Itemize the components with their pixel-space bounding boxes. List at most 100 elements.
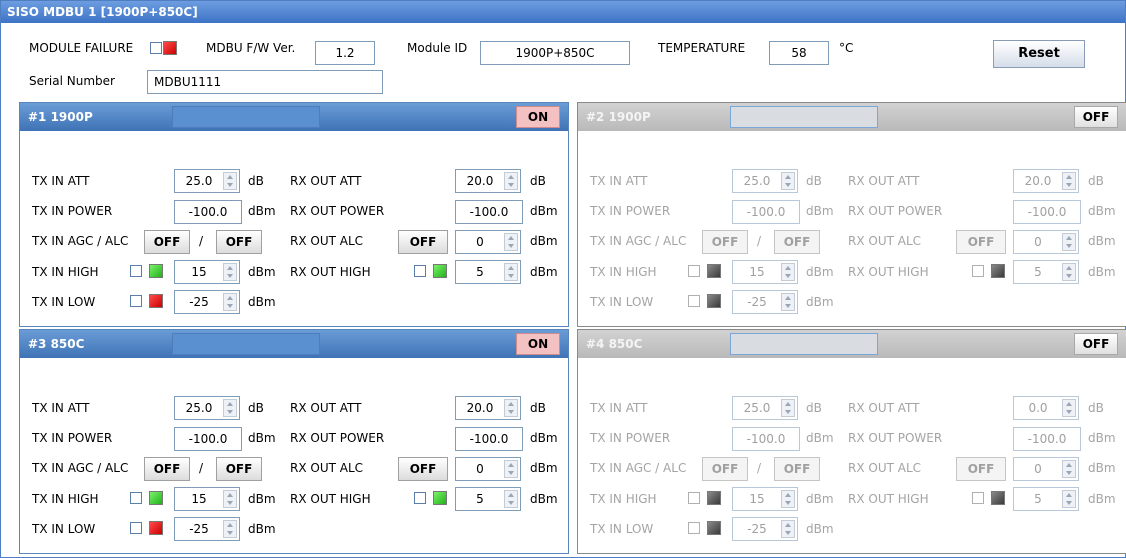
rx-out-att-spinner[interactable]: 0.0 (1013, 396, 1079, 420)
tx-in-att-unit: dB (248, 174, 264, 188)
spin-arrows-icon[interactable] (223, 172, 237, 190)
rx-out-power-field[interactable]: -100.0 (455, 427, 523, 451)
tx-in-low-spinner[interactable]: -25 (732, 290, 798, 314)
tx-in-att-spinner[interactable]: 25.0 (174, 169, 240, 193)
rx-out-high-spinner[interactable]: 5 (1013, 260, 1079, 284)
module-id-field[interactable]: 1900P+850C (480, 41, 630, 65)
spin-arrows-icon[interactable] (223, 293, 237, 311)
spin-arrows-icon[interactable] (1062, 263, 1076, 281)
tx-in-att-spinner[interactable]: 25.0 (732, 169, 798, 193)
tx-in-power-field[interactable]: -100.0 (732, 427, 800, 451)
reset-button[interactable]: Reset (993, 40, 1085, 68)
agc-alc-separator: / (757, 461, 762, 475)
spin-arrows-icon[interactable] (504, 172, 518, 190)
tx-in-high-checkbox[interactable] (688, 265, 700, 277)
tx-in-low-spinner[interactable]: -25 (174, 290, 240, 314)
tx-in-high-checkbox[interactable] (130, 492, 142, 504)
spin-arrows-icon[interactable] (781, 399, 795, 417)
tx-in-low-checkbox[interactable] (688, 295, 700, 307)
tx-agc-button[interactable]: OFF (702, 457, 748, 481)
rx-alc-button[interactable]: OFF (398, 457, 448, 481)
spin-arrows-icon[interactable] (1062, 399, 1076, 417)
temperature-field[interactable]: 58 (769, 41, 829, 65)
panel-on-off-button[interactable]: ON (516, 333, 560, 355)
rx-out-alc-spinner[interactable]: 0 (455, 230, 521, 254)
tx-in-power-field[interactable]: -100.0 (174, 200, 242, 224)
serial-number-field[interactable]: MDBU1111 (147, 70, 383, 94)
spin-arrows-icon[interactable] (1062, 172, 1076, 190)
spin-arrows-icon[interactable] (504, 233, 518, 251)
rx-out-att-spinner[interactable]: 20.0 (1013, 169, 1079, 193)
tx-in-high-checkbox[interactable] (688, 492, 700, 504)
tx-in-att-spinner[interactable]: 25.0 (174, 396, 240, 420)
tx-agc-button[interactable]: OFF (144, 457, 190, 481)
tx-in-low-checkbox[interactable] (130, 295, 142, 307)
rx-out-high-checkbox[interactable] (414, 492, 426, 504)
tx-in-high-label: TX IN HIGH (590, 492, 657, 506)
spin-arrows-icon[interactable] (504, 263, 518, 281)
tx-agc-button[interactable]: OFF (702, 230, 748, 254)
rx-alc-button[interactable]: OFF (956, 457, 1006, 481)
spin-arrows-icon[interactable] (781, 172, 795, 190)
tx-in-low-unit: dBm (248, 295, 276, 309)
tx-in-agc-label: TX IN AGC / ALC (590, 461, 687, 475)
spin-arrows-icon[interactable] (1062, 233, 1076, 251)
tx-agc-button[interactable]: OFF (144, 230, 190, 254)
rx-out-att-unit: dB (530, 174, 546, 188)
panel-on-off-button[interactable]: OFF (1074, 106, 1118, 128)
rx-out-power-field[interactable]: -100.0 (455, 200, 523, 224)
tx-in-high-spinner[interactable]: 15 (174, 487, 240, 511)
tx-in-low-checkbox[interactable] (688, 522, 700, 534)
tx-alc-button[interactable]: OFF (216, 457, 262, 481)
module-failure-checkbox[interactable] (150, 42, 162, 54)
tx-in-low-spinner[interactable]: -25 (174, 517, 240, 541)
tx-in-high-unit: dBm (806, 265, 834, 279)
rx-out-high-spinner[interactable]: 5 (1013, 487, 1079, 511)
serial-number-label: Serial Number (29, 74, 115, 88)
tx-in-low-spinner[interactable]: -25 (732, 517, 798, 541)
rx-alc-button[interactable]: OFF (956, 230, 1006, 254)
rx-out-alc-spinner[interactable]: 0 (1013, 230, 1079, 254)
rx-out-att-spinner[interactable]: 20.0 (455, 169, 521, 193)
panel-on-off-button[interactable]: OFF (1074, 333, 1118, 355)
tx-in-power-field[interactable]: -100.0 (732, 200, 800, 224)
tx-in-high-spinner[interactable]: 15 (174, 260, 240, 284)
spin-arrows-icon[interactable] (1062, 490, 1076, 508)
spin-arrows-icon[interactable] (223, 520, 237, 538)
rx-out-alc-spinner[interactable]: 0 (455, 457, 521, 481)
rx-out-alc-spinner[interactable]: 0 (1013, 457, 1079, 481)
spin-arrows-icon[interactable] (781, 293, 795, 311)
tx-in-agc-label: TX IN AGC / ALC (32, 234, 129, 248)
rx-out-att-spinner[interactable]: 20.0 (455, 396, 521, 420)
spin-arrows-icon[interactable] (223, 399, 237, 417)
panel-on-off-button[interactable]: ON (516, 106, 560, 128)
spin-arrows-icon[interactable] (223, 490, 237, 508)
tx-alc-button[interactable]: OFF (774, 230, 820, 254)
spin-arrows-icon[interactable] (223, 263, 237, 281)
spin-arrows-icon[interactable] (504, 490, 518, 508)
spin-arrows-icon[interactable] (1062, 460, 1076, 478)
tx-in-low-checkbox[interactable] (130, 522, 142, 534)
tx-in-att-spinner[interactable]: 25.0 (732, 396, 798, 420)
rx-out-high-checkbox[interactable] (414, 265, 426, 277)
rx-out-high-checkbox[interactable] (972, 265, 984, 277)
spin-arrows-icon[interactable] (781, 263, 795, 281)
spin-arrows-icon[interactable] (781, 490, 795, 508)
rx-out-high-spinner[interactable]: 5 (455, 487, 521, 511)
tx-in-high-spinner[interactable]: 15 (732, 487, 798, 511)
tx-alc-button[interactable]: OFF (774, 457, 820, 481)
spin-arrows-icon[interactable] (781, 520, 795, 538)
rx-out-high-checkbox[interactable] (972, 492, 984, 504)
rx-out-high-spinner[interactable]: 5 (455, 260, 521, 284)
rx-out-power-field[interactable]: -100.0 (1013, 427, 1081, 451)
tx-in-power-field[interactable]: -100.0 (174, 427, 242, 451)
rx-alc-button[interactable]: OFF (398, 230, 448, 254)
tx-alc-button[interactable]: OFF (216, 230, 262, 254)
rx-out-power-field[interactable]: -100.0 (1013, 200, 1081, 224)
spin-arrows-icon[interactable] (504, 460, 518, 478)
rx-out-high-label: RX OUT HIGH (290, 492, 371, 506)
fw-version-field[interactable]: 1.2 (315, 41, 375, 65)
tx-in-high-spinner[interactable]: 15 (732, 260, 798, 284)
spin-arrows-icon[interactable] (504, 399, 518, 417)
tx-in-high-checkbox[interactable] (130, 265, 142, 277)
